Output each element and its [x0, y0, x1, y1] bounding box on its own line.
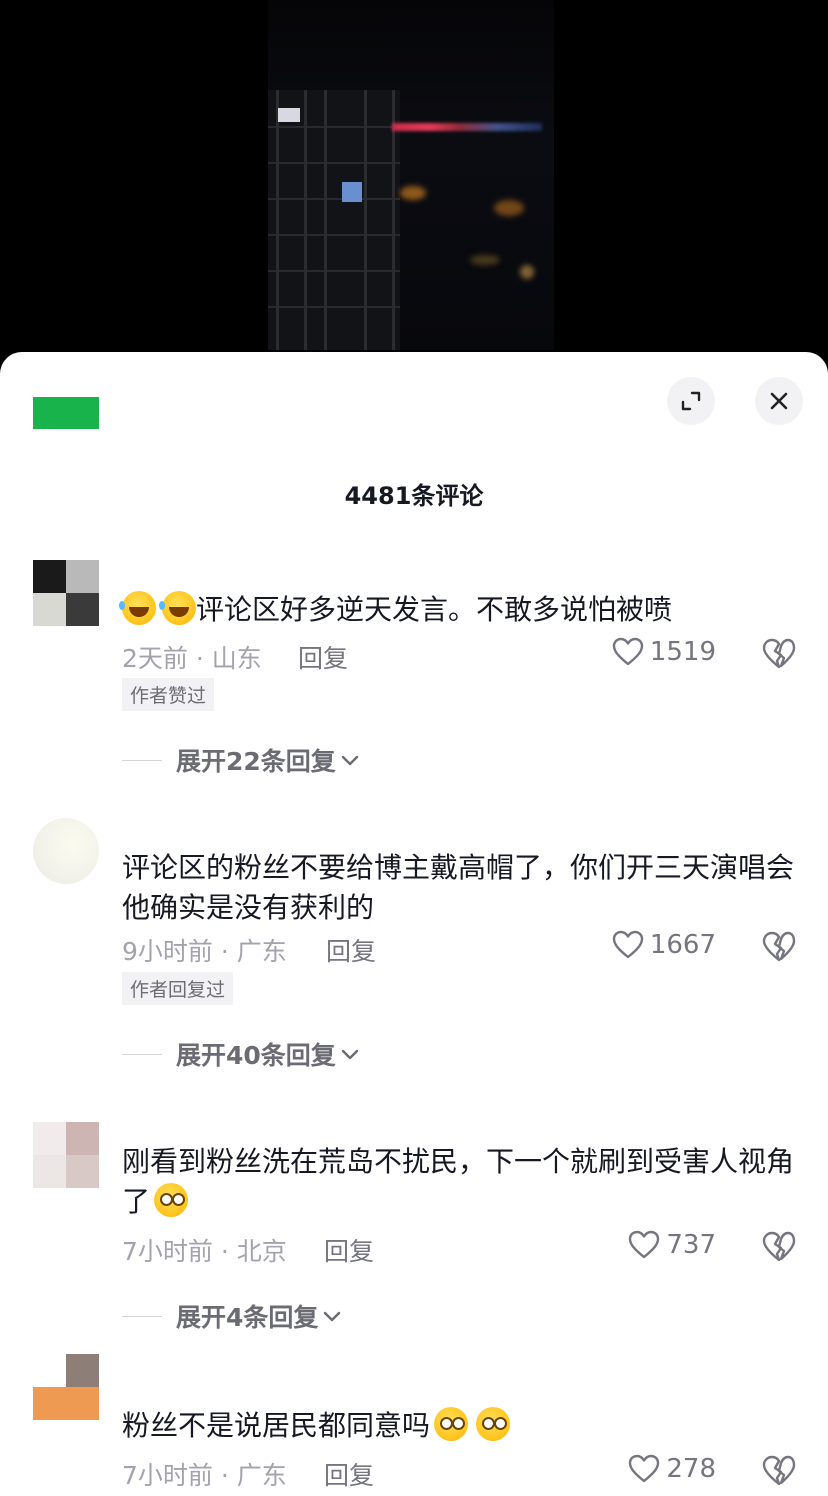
status-badge: 作者赞过: [122, 678, 215, 711]
like-count: 278: [666, 1454, 716, 1484]
broken-heart-icon: [762, 638, 796, 669]
comment-meta: 7小时前 · 广东: [122, 1461, 287, 1490]
dislike-button[interactable]: [762, 1231, 796, 1265]
laugh-cry-emoji: [159, 591, 196, 625]
close-button[interactable]: [755, 377, 803, 425]
comment-meta: 2天前 · 山东: [122, 644, 262, 673]
comment-panel: 4481条评论 评论区好多逆天发言。不敢多说怕被喷 2天前 · 山东 回复 15…: [0, 352, 828, 1496]
expand-replies-label: 展开40条回复: [176, 1041, 336, 1070]
video-building: [268, 90, 400, 350]
avatar[interactable]: [33, 1354, 99, 1420]
video-player[interactable]: [0, 0, 828, 365]
reply-button[interactable]: 回复: [324, 1456, 374, 1492]
expand-icon: [681, 391, 701, 411]
like-button[interactable]: 737: [628, 1230, 716, 1260]
reply-button[interactable]: 回复: [326, 932, 376, 968]
heart-outline-icon: [629, 1230, 660, 1259]
heart-outline-icon: [629, 1454, 660, 1483]
status-badge: 作者回复过: [122, 972, 234, 1005]
dislike-button[interactable]: [762, 1455, 796, 1489]
comment-text-body: 粉丝不是说居民都同意吗: [122, 1409, 431, 1442]
broken-heart-icon: [762, 1231, 796, 1262]
chevron-down-icon: [341, 755, 358, 766]
laugh-cry-emoji: [119, 591, 156, 625]
close-icon: [770, 392, 788, 410]
dislike-button[interactable]: [762, 638, 796, 672]
comment-text-body: 评论区好多逆天发言。不敢多说怕被喷: [196, 593, 673, 626]
broken-heart-icon: [762, 931, 796, 962]
dislike-button[interactable]: [762, 931, 796, 965]
avatar[interactable]: [33, 1122, 99, 1188]
divider-line: [122, 1315, 162, 1317]
avatar[interactable]: [33, 560, 99, 626]
avatar[interactable]: [33, 818, 99, 884]
comment-text: 评论区好多逆天发言。不敢多说怕被喷: [119, 590, 802, 630]
expand-replies-label: 展开4条回复: [176, 1303, 319, 1332]
expand-button[interactable]: [667, 377, 715, 425]
chevron-down-icon: [324, 1311, 341, 1322]
expand-replies-button[interactable]: 展开22条回复: [122, 742, 360, 778]
divider-line: [122, 1053, 162, 1055]
expand-replies-button[interactable]: 展开40条回复: [122, 1036, 360, 1072]
like-button[interactable]: 278: [628, 1454, 716, 1484]
expand-replies-label: 展开22条回复: [176, 747, 336, 776]
comment-text: 粉丝不是说居民都同意吗: [122, 1406, 802, 1446]
reply-button[interactable]: 回复: [324, 1232, 374, 1268]
comment-meta: 7小时前 · 北京: [122, 1237, 287, 1266]
comment-meta: 9小时前 · 广东: [122, 937, 287, 966]
like-count: 737: [666, 1230, 716, 1260]
heart-outline-icon: [612, 637, 644, 666]
heart-outline-icon: [612, 930, 644, 959]
doge-emoji: [434, 1407, 469, 1441]
video-skyline-lights: [392, 123, 542, 131]
broken-heart-icon: [762, 1455, 796, 1486]
expand-replies-button[interactable]: 展开4条回复: [122, 1298, 342, 1334]
comment-text: 评论区的粉丝不要给博主戴高帽了，你们开三天演唱会他确实是没有获利的: [122, 851, 795, 924]
reply-button[interactable]: 回复: [298, 639, 348, 675]
comment-text: 刚看到粉丝洗在荒岛不扰民，下一个就刷到受害人视角了: [122, 1142, 802, 1222]
doge-emoji: [154, 1183, 189, 1217]
divider-line: [122, 759, 162, 761]
like-count: 1519: [649, 637, 716, 667]
comment-count-title: 4481条评论: [344, 482, 484, 510]
redaction-tag: [33, 397, 99, 429]
comment-text-body: 刚看到粉丝洗在荒岛不扰民，下一个就刷到受害人视角了: [122, 1145, 795, 1218]
like-count: 1667: [649, 930, 716, 960]
doge-emoji: [476, 1407, 511, 1441]
chevron-down-icon: [341, 1049, 358, 1060]
like-button[interactable]: 1519: [612, 637, 716, 667]
like-button[interactable]: 1667: [612, 930, 716, 960]
